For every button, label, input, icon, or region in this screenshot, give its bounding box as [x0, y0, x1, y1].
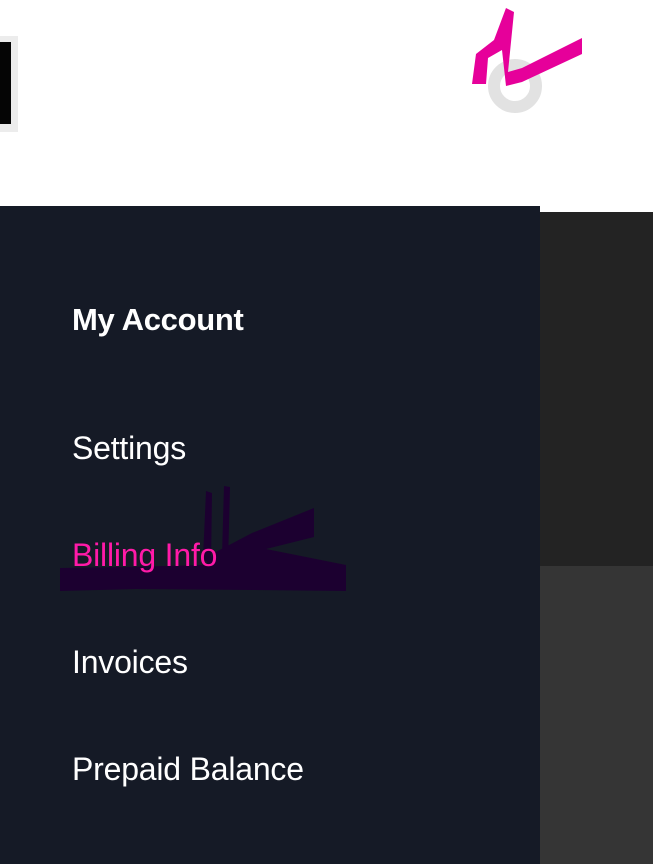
background-panel-top: [540, 212, 653, 566]
drawer-heading: My Account: [72, 302, 244, 337]
menu-toggle-icon: [0, 42, 11, 124]
brand-logo-icon[interactable]: [464, 0, 594, 120]
background-panel-bottom: [540, 566, 653, 864]
app-screen: My Account Settings Billing Info Invoice…: [0, 0, 653, 864]
menu-item-settings[interactable]: Settings: [72, 430, 186, 466]
top-header: [0, 0, 653, 208]
menu-item-prepaid-balance[interactable]: Prepaid Balance: [72, 751, 304, 787]
menu-item-invoices[interactable]: Invoices: [72, 644, 188, 680]
menu-item-billing-info[interactable]: Billing Info: [72, 537, 217, 573]
navigation-drawer: My Account Settings Billing Info Invoice…: [0, 206, 540, 864]
